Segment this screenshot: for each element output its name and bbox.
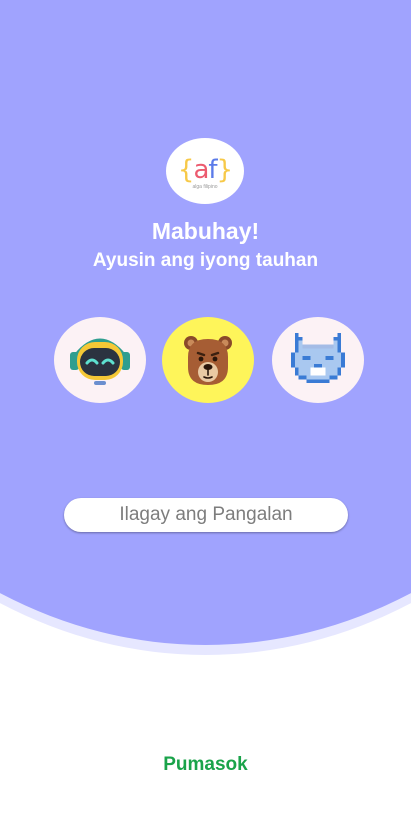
character-setup-screen: {af} alga filipino Mabuhay! Ayusin ang i… [0, 0, 411, 823]
enter-button[interactable]: Pumasok [130, 750, 281, 780]
pixel-cat-icon [291, 333, 345, 384]
logo-brace-open: { [177, 154, 195, 185]
robot-icon [70, 338, 130, 385]
logo-subtitle: alga filipino [192, 183, 218, 190]
bear-icon [184, 336, 232, 385]
logo-letter-a: a [193, 154, 209, 185]
logo-mark: {af} [177, 154, 234, 185]
greeting-title: Mabuhay! [151, 218, 260, 244]
avatar-option-bear[interactable] [162, 317, 254, 403]
logo-letter-f: f [208, 154, 217, 185]
app-logo: {af} alga filipino [166, 138, 244, 204]
name-input[interactable] [64, 498, 348, 532]
avatar-option-cat[interactable] [272, 317, 364, 403]
logo-brace-close: } [216, 154, 234, 185]
greeting-subtitle: Ayusin ang iyong tauhan [92, 250, 319, 271]
avatar-option-robot[interactable] [54, 317, 146, 403]
